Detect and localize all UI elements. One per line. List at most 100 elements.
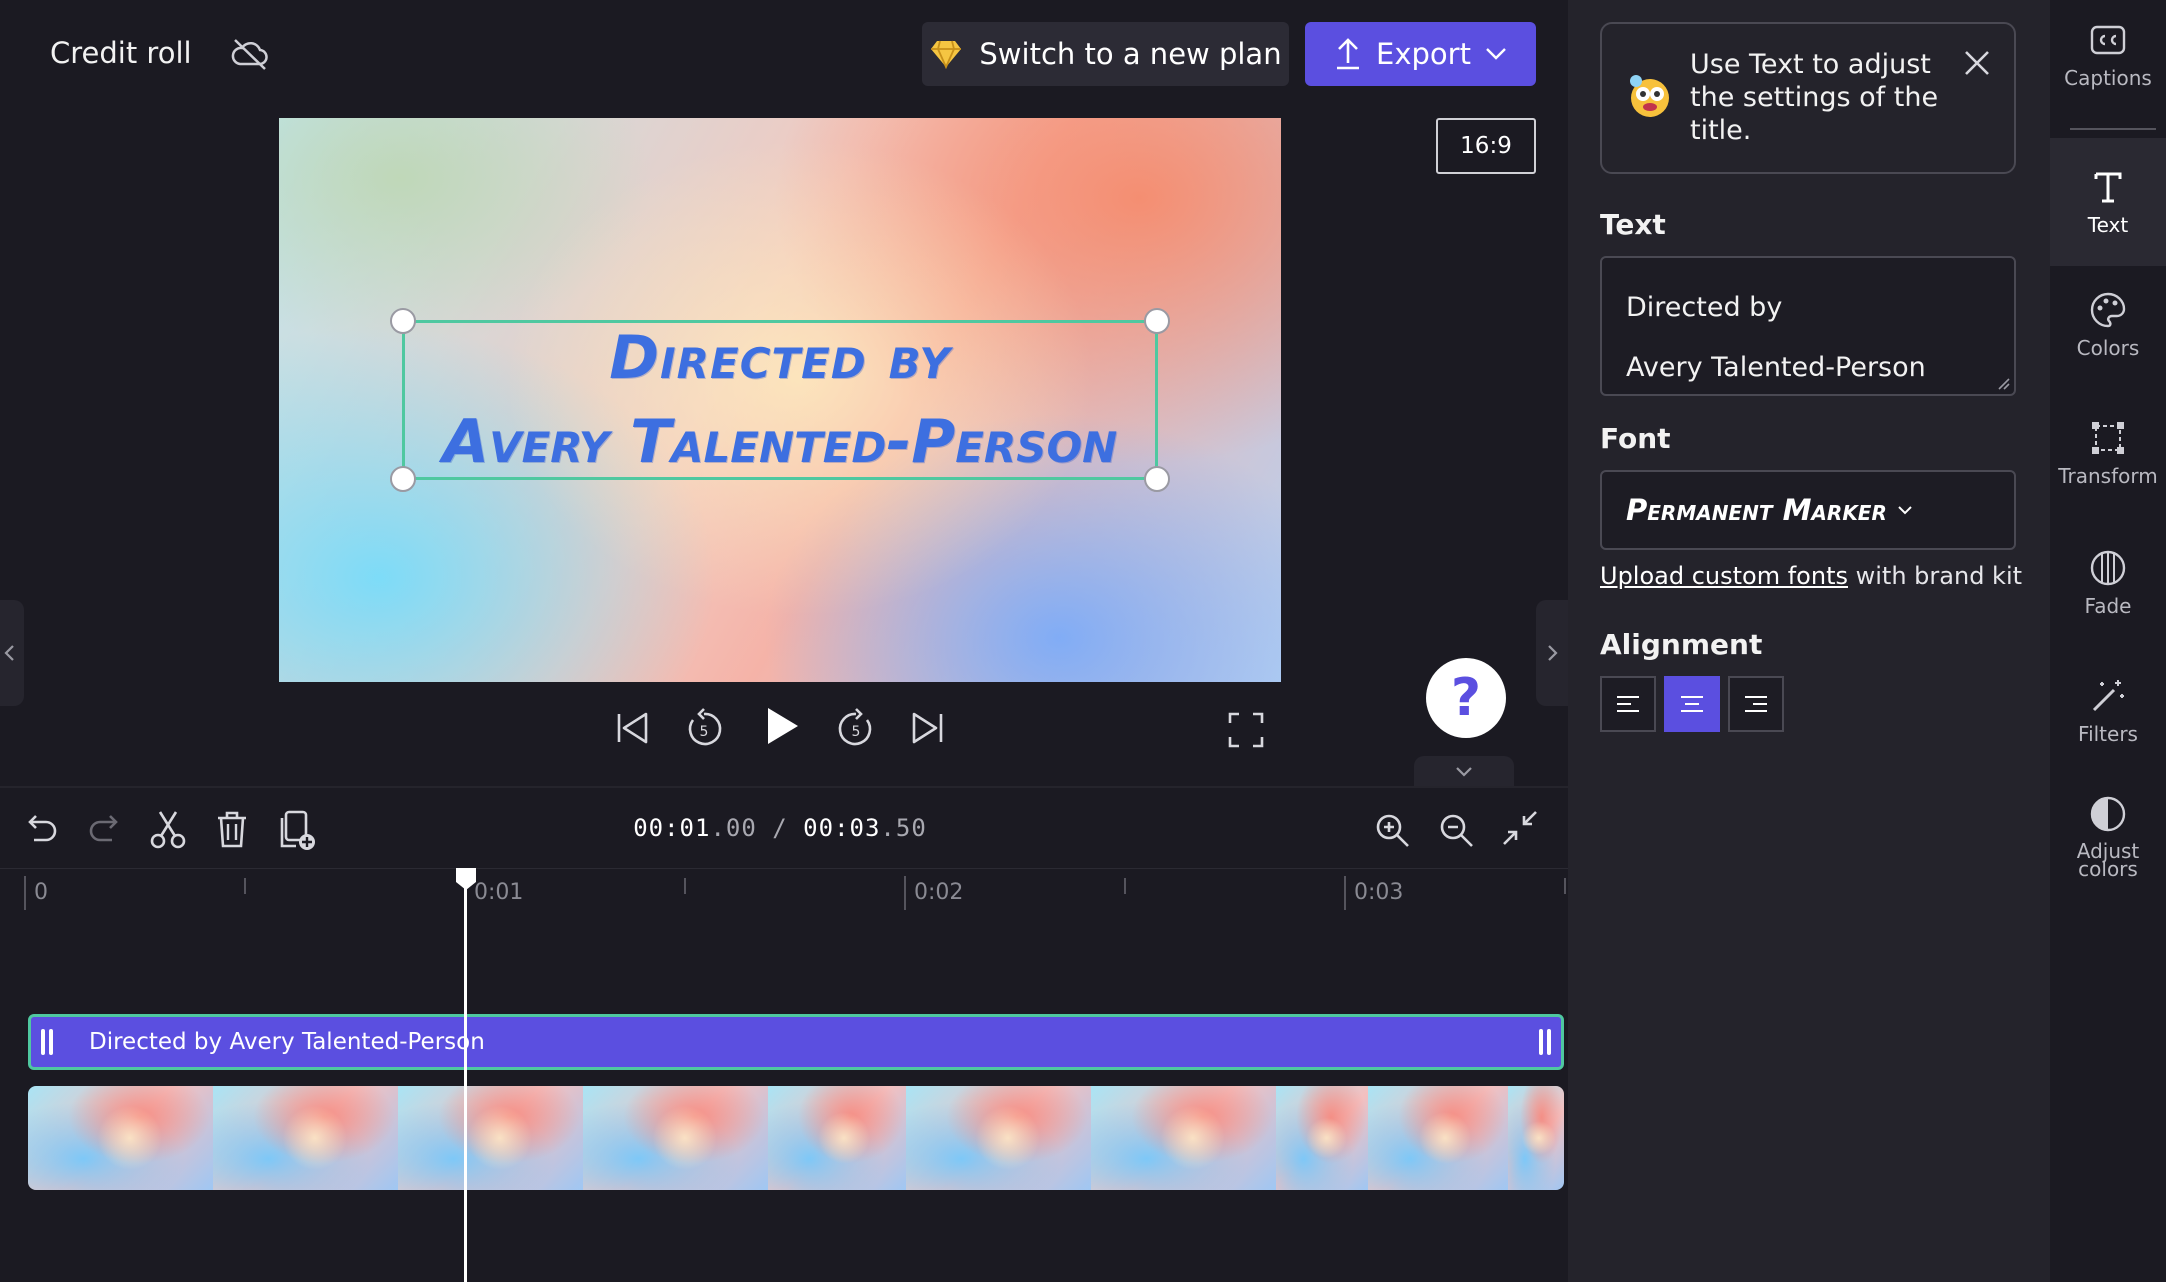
font-dropdown-value: Permanent Marker	[1626, 493, 1887, 527]
tip-text: Use Text to adjust the settings of the t…	[1690, 49, 1939, 146]
rail-item-fade[interactable]: Fade	[2050, 548, 2166, 648]
ruler-tick	[1564, 878, 1566, 894]
rail-item-filters[interactable]: Filters	[2050, 676, 2166, 776]
rail-item-colors[interactable]: Colors	[2050, 290, 2166, 390]
export-label: Export	[1376, 37, 1471, 71]
rail-divider	[2070, 128, 2156, 130]
video-thumbnail	[213, 1086, 398, 1190]
playhead[interactable]	[464, 870, 467, 1282]
ruler-label: 0:02	[914, 880, 964, 905]
zoom-in-button[interactable]	[1370, 808, 1414, 852]
upload-custom-fonts-link[interactable]: Upload custom fonts	[1600, 562, 1848, 590]
text-clip[interactable]: Directed by Avery Talented-Person	[28, 1014, 1564, 1070]
switch-plan-button[interactable]: Switch to a new plan	[922, 22, 1289, 86]
collapse-timeline-button[interactable]	[1414, 756, 1514, 788]
resize-grip-icon[interactable]	[1996, 376, 2010, 390]
duplicate-button[interactable]	[276, 808, 320, 852]
cloud-offline-icon	[230, 36, 270, 72]
rewind-5-seconds-button[interactable]: 5	[682, 706, 726, 750]
export-button[interactable]: Export	[1305, 22, 1536, 86]
collapse-left-button[interactable]	[0, 600, 24, 706]
resize-handle-bottom-left[interactable]	[390, 466, 416, 492]
rail-item-text[interactable]: Text	[2050, 138, 2166, 266]
aspect-ratio-button[interactable]: 16:9	[1436, 118, 1536, 174]
ruler-tick	[684, 878, 686, 894]
video-thumbnail	[1091, 1086, 1276, 1190]
rail-label-adjust-2: colors	[2078, 857, 2138, 881]
ruler-label: 0:01	[474, 880, 524, 905]
magic-wand-icon	[2088, 676, 2128, 716]
selection-box[interactable]	[390, 308, 1170, 492]
rail-item-transform[interactable]: Transform	[2050, 418, 2166, 518]
clip-trim-handle-right[interactable]	[1537, 1029, 1553, 1055]
video-thumbnail	[906, 1086, 1091, 1190]
diamond-icon	[929, 39, 963, 69]
video-clip[interactable]	[28, 1086, 1564, 1190]
align-right-button[interactable]	[1728, 676, 1784, 732]
font-dropdown[interactable]: Permanent Marker	[1600, 470, 2016, 550]
fit-to-screen-button[interactable]	[1498, 806, 1542, 850]
total-time-fraction: .50	[880, 814, 927, 842]
text-clip-label: Directed by Avery Talented-Person	[89, 1029, 485, 1055]
ruler-tick	[244, 878, 246, 894]
clip-trim-handle-left[interactable]	[39, 1029, 55, 1055]
resize-handle-bottom-right[interactable]	[1144, 466, 1170, 492]
adjust-colors-icon	[2088, 794, 2128, 834]
video-thumbnail	[1368, 1086, 1508, 1190]
video-thumbnail	[398, 1086, 583, 1190]
delete-button[interactable]	[210, 808, 254, 852]
play-button[interactable]	[760, 704, 804, 748]
project-title[interactable]: Credit roll	[50, 36, 192, 70]
video-thumbnail	[768, 1086, 906, 1190]
rail-item-captions[interactable]: Captions	[2050, 20, 2166, 120]
skip-to-end-button[interactable]	[906, 706, 950, 750]
svg-text:5: 5	[700, 724, 709, 740]
rail-label-colors: Colors	[2076, 336, 2140, 360]
time-separator: /	[756, 814, 804, 842]
resize-handle-top-right[interactable]	[1144, 308, 1170, 334]
ruler-tick	[1124, 878, 1126, 894]
rail-label-text: Text	[2087, 213, 2129, 237]
redo-button[interactable]	[82, 808, 126, 852]
video-thumbnail	[28, 1086, 213, 1190]
playhead-handle[interactable]	[454, 866, 478, 892]
split-scissors-button[interactable]	[146, 808, 190, 852]
chevron-down-icon	[1897, 505, 1913, 515]
resize-handle-top-left[interactable]	[390, 308, 416, 334]
title-text-input[interactable]: Directed by Avery Talented-Person	[1600, 256, 2016, 396]
upload-fonts-line: Upload custom fonts with brand kit	[1600, 562, 2022, 590]
time-readout: 00:01.00 / 00:03.50	[560, 814, 1000, 848]
undo-button[interactable]	[20, 808, 64, 852]
captions-icon	[2088, 20, 2128, 60]
current-time-fraction: .00	[710, 814, 757, 842]
total-time: 00:03	[803, 814, 881, 842]
text-input-line-2: Avery Talented-Person	[1626, 352, 1926, 383]
svg-text:5: 5	[852, 724, 861, 740]
ruler-tick	[1344, 876, 1346, 910]
fullscreen-button[interactable]	[1224, 708, 1268, 752]
video-thumbnail	[583, 1086, 768, 1190]
close-icon[interactable]	[1962, 48, 1992, 78]
current-time: 00:01	[633, 814, 711, 842]
ruler-label: 0:03	[1354, 880, 1404, 905]
fade-icon	[2088, 548, 2128, 588]
ruler-label: 0	[34, 880, 48, 905]
chevron-down-icon	[1485, 47, 1507, 61]
forward-5-seconds-button[interactable]: 5	[834, 706, 878, 750]
align-left-button[interactable]	[1600, 676, 1656, 732]
ruler-tick	[904, 876, 906, 910]
text-icon	[2088, 167, 2128, 207]
alignment-heading: Alignment	[1600, 628, 1763, 661]
zoom-out-button[interactable]	[1434, 808, 1478, 852]
collapse-right-button[interactable]	[1536, 600, 1568, 706]
video-thumbnail	[1276, 1086, 1368, 1190]
ruler-divider	[0, 868, 1568, 869]
text-input-line-1: Directed by	[1626, 292, 1783, 323]
timeline-divider	[0, 786, 1568, 788]
rail-item-adjust-colors[interactable]: Adjust colors	[2050, 794, 2166, 904]
align-center-button[interactable]	[1664, 676, 1720, 732]
palette-icon	[2088, 290, 2128, 330]
skip-to-start-button[interactable]	[610, 706, 654, 750]
face-emoji-icon	[1626, 72, 1674, 120]
help-button[interactable]: ?	[1426, 658, 1506, 738]
